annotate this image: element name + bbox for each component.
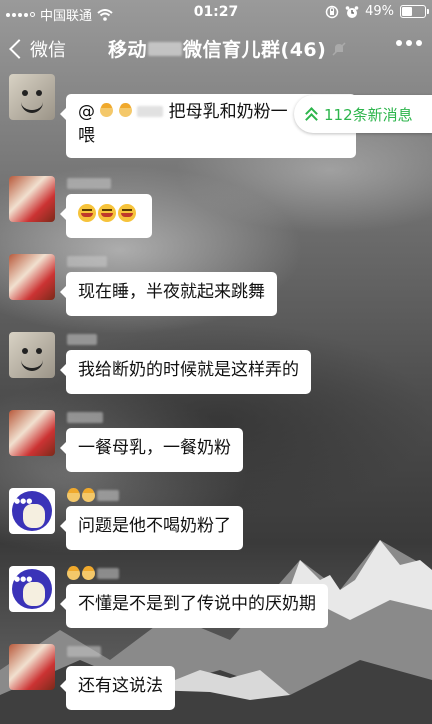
- avatar-snowman[interactable]: [9, 74, 55, 120]
- worker-emoji: [67, 487, 80, 502]
- sender-name: [67, 565, 119, 580]
- back-label: 微信: [30, 40, 66, 61]
- worker-emoji: [118, 103, 132, 117]
- message-text: 还有这说法: [78, 676, 163, 696]
- message-bubble[interactable]: [60, 194, 152, 238]
- avatar-girl[interactable]: [9, 254, 55, 300]
- sender-name: [67, 487, 119, 502]
- message-text-line2: 喂: [78, 126, 95, 146]
- redacted-text: [148, 41, 183, 56]
- message-list[interactable]: @ 把母乳和奶粉一 喂 现在睡，半夜就起来跳舞 我给断奶的时候就是这样弄的 一餐…: [0, 74, 432, 724]
- chat-title-suffix: 微信育儿群(46): [183, 39, 327, 61]
- sender-name: [67, 410, 103, 424]
- chat-title: 移动 微信育儿群(46): [108, 35, 346, 62]
- sender-name: [67, 644, 101, 658]
- chat-title-prefix: 移动: [108, 39, 148, 61]
- double-chevron-up-icon: [305, 107, 318, 126]
- cry-laugh-emoji: [98, 204, 116, 222]
- sender-name: [67, 254, 107, 268]
- worker-emoji: [82, 487, 95, 502]
- back-button[interactable]: 微信: [6, 36, 66, 62]
- battery-fill: [402, 7, 412, 16]
- message-bubble[interactable]: 还有这说法: [60, 666, 175, 710]
- worker-emoji: [100, 103, 114, 117]
- message-text: 现在睡，半夜就起来跳舞: [78, 282, 265, 302]
- battery-icon: [400, 5, 429, 18]
- avatar-snowman[interactable]: [9, 332, 55, 378]
- sender-name: [67, 176, 111, 190]
- mention-symbol: @: [78, 102, 95, 122]
- status-bar: 中国联通 01:27 49%: [0, 0, 432, 26]
- message-bubble[interactable]: 不懂是不是到了传说中的厌奶期: [60, 584, 328, 628]
- alarm-icon: [345, 5, 359, 18]
- sender-name: [67, 332, 97, 346]
- cry-laugh-emoji: [118, 204, 136, 222]
- message-bubble[interactable]: 我给断奶的时候就是这样弄的: [60, 350, 311, 394]
- message-bubble[interactable]: 问题是他不喝奶粉了: [60, 506, 243, 550]
- nav-bar: 微信 移动 微信育儿群(46): [0, 26, 432, 74]
- cry-laugh-emoji: [78, 204, 96, 222]
- message-text: 把母乳和奶粉一: [168, 102, 288, 122]
- orientation-lock-icon: [325, 5, 339, 18]
- message-text: 不懂是不是到了传说中的厌奶期: [78, 594, 316, 614]
- avatar-girl[interactable]: [9, 410, 55, 456]
- message-bubble[interactable]: 一餐母乳，一餐奶粉: [60, 428, 243, 472]
- battery-percent: 49%: [365, 4, 394, 19]
- new-messages-label: 112条新消息: [324, 105, 413, 124]
- avatar-cartoon[interactable]: ●●●: [9, 566, 55, 612]
- avatar-cartoon[interactable]: ●●●: [9, 488, 55, 534]
- back-chevron-icon: [9, 39, 29, 59]
- message-text: 问题是他不喝奶粉了: [78, 516, 231, 536]
- new-messages-button[interactable]: 112条新消息: [294, 95, 432, 133]
- mute-icon: [332, 41, 346, 56]
- avatar-girl[interactable]: [9, 176, 55, 222]
- message-bubble[interactable]: 现在睡，半夜就起来跳舞: [60, 272, 277, 316]
- worker-emoji: [67, 565, 80, 580]
- redacted-text: [137, 106, 164, 117]
- message-text: 一餐母乳，一餐奶粉: [78, 438, 231, 458]
- worker-emoji: [82, 565, 95, 580]
- avatar-girl[interactable]: [9, 644, 55, 690]
- message-text: 我给断奶的时候就是这样弄的: [78, 360, 299, 380]
- more-icon[interactable]: [396, 40, 422, 46]
